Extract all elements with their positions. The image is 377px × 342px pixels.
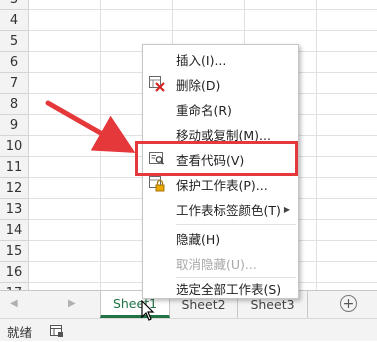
row-header[interactable]: 4 <box>0 10 29 31</box>
delete-sheet-icon <box>149 76 165 92</box>
plus-icon: + <box>342 295 355 312</box>
row-divider <box>29 30 377 31</box>
row-header[interactable]: 13 <box>0 199 29 220</box>
scroll-tabs-left-icon[interactable]: ◀ <box>10 298 18 309</box>
row-header[interactable]: 11 <box>0 157 29 178</box>
menu-item-label: 取消隐藏(U)... <box>176 256 257 272</box>
row-header[interactable]: 14 <box>0 220 29 241</box>
column-divider <box>100 0 101 290</box>
row-header[interactable]: 7 <box>0 73 29 94</box>
menu-item-label: 工作表标签颜色(T) <box>176 202 281 218</box>
row-header[interactable]: 3 <box>0 0 29 10</box>
menu-item-label: 隐藏(H) <box>176 231 221 247</box>
menu-item-unhide: 取消隐藏(U)... <box>143 251 298 275</box>
menu-item-label: 删除(D) <box>176 77 221 93</box>
macro-record-icon[interactable] <box>50 323 64 342</box>
menu-item-label: 重命名(R) <box>176 102 232 118</box>
row-header[interactable]: 15 <box>0 241 29 262</box>
menu-item-label: 插入(I)... <box>176 52 227 68</box>
menu-item-insert[interactable]: 插入(I)... <box>143 47 298 71</box>
status-ready-text: 就绪 <box>7 325 33 340</box>
scroll-tabs-right-icon[interactable]: ▶ <box>68 298 76 309</box>
status-bar: 就绪 <box>0 318 377 341</box>
menu-item-tab-color[interactable]: 工作表标签颜色(T) ▶ <box>143 197 298 221</box>
annotation-highlight-box <box>135 141 298 176</box>
row-header[interactable]: 16 <box>0 262 29 283</box>
row-header[interactable]: 8 <box>0 94 29 115</box>
menu-item-label: 保护工作表(P)... <box>176 177 268 193</box>
menu-item-rename[interactable]: 重命名(R) <box>143 97 298 121</box>
add-sheet-button[interactable]: + <box>340 295 357 312</box>
column-divider <box>316 0 317 290</box>
row-header[interactable]: 9 <box>0 115 29 136</box>
menu-item-delete[interactable]: 删除(D) <box>143 72 298 96</box>
protect-sheet-icon <box>149 176 165 192</box>
mouse-cursor-icon <box>141 300 155 321</box>
submenu-arrow-icon: ▶ <box>283 204 290 214</box>
row-header[interactable]: 17 <box>0 283 29 290</box>
menu-item-select-all-sheets[interactable]: 选定全部工作表(S) <box>143 276 298 300</box>
menu-separator <box>176 224 296 225</box>
row-header[interactable]: 5 <box>0 31 29 52</box>
row-header[interactable]: 12 <box>0 178 29 199</box>
menu-item-hide[interactable]: 隐藏(H) <box>143 226 298 250</box>
row-header[interactable]: 10 <box>0 136 29 157</box>
row-divider <box>29 9 377 10</box>
menu-item-label: 选定全部工作表(S) <box>176 281 282 297</box>
row-header[interactable]: 6 <box>0 52 29 73</box>
